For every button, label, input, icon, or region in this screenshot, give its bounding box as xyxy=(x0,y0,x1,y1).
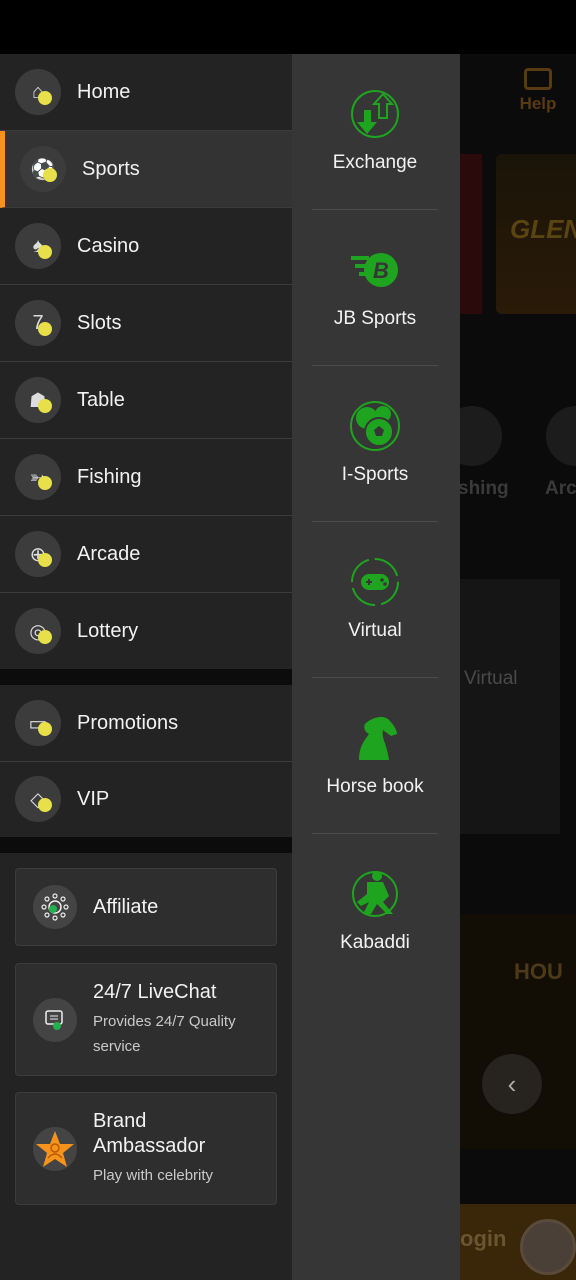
divider xyxy=(0,837,292,853)
help-label: Help xyxy=(519,94,557,113)
arcade-label: Arc xyxy=(545,478,576,499)
cards-icon: ♠ xyxy=(15,223,61,269)
submenu-item-label: Horse book xyxy=(326,776,424,797)
menu-item-home[interactable]: ⌂ Home xyxy=(0,54,292,131)
virtual-gamepad-icon xyxy=(349,556,401,608)
star-person-icon xyxy=(33,1126,77,1171)
login-label: ogin xyxy=(460,1226,507,1251)
menu-item-label: Slots xyxy=(77,311,122,334)
gamepad-icon: ⊕ xyxy=(15,531,61,577)
card-title: Brand Ambassador xyxy=(93,1110,206,1157)
icon-accent-dot xyxy=(38,722,52,736)
chevron-left-icon: ‹ xyxy=(482,1054,542,1114)
menu-item-label: Casino xyxy=(77,234,140,257)
menu-item-label: Home xyxy=(77,80,131,103)
promo-banner xyxy=(460,914,576,1149)
icon-accent-dot xyxy=(43,168,57,182)
status-bar xyxy=(0,0,576,54)
lottery-balls-icon: ◎ xyxy=(15,608,61,654)
submenu-item-horse-book[interactable]: Horse book xyxy=(312,678,438,834)
kabaddi-players-icon xyxy=(349,868,401,920)
menu-item-label: Fishing xyxy=(77,465,142,488)
icon-accent-dot xyxy=(38,91,52,105)
banner-text: GLEN xyxy=(510,214,576,244)
fishing-category-icon xyxy=(460,406,502,466)
banner-image xyxy=(460,154,482,314)
submenu-item-label: Virtual xyxy=(348,620,402,641)
help-button: Help xyxy=(516,68,560,114)
ticket-icon: ▭ xyxy=(15,700,61,746)
submenu-item-label: Exchange xyxy=(332,152,418,173)
diamond-icon: ◇ xyxy=(15,776,61,822)
menu-item-fishing[interactable]: ➳ Fishing xyxy=(0,439,292,516)
fish-icon: ➳ xyxy=(15,454,61,500)
submenu-item-exchange[interactable]: Exchange xyxy=(312,54,438,210)
card-affiliate[interactable]: Affiliate xyxy=(15,868,277,946)
menu-item-label: VIP xyxy=(77,787,110,810)
sports-ball-icon: ⚽ xyxy=(20,146,66,192)
card-subtitle: Provides 24/7 Quality service xyxy=(93,1013,236,1055)
menu-item-lottery[interactable]: ◎ Lottery xyxy=(0,593,292,670)
submenu-item-label: JB Sports xyxy=(333,308,417,329)
menu-item-label: Lottery xyxy=(77,619,139,642)
icon-accent-dot xyxy=(38,798,52,812)
divider xyxy=(0,669,292,685)
sports-submenu: Exchange B JB Sports I-Sports Virtual Horse b… xyxy=(292,54,460,1280)
menu-item-label: Sports xyxy=(82,157,140,180)
promo-text: HOU xyxy=(514,959,563,984)
menu-item-sports[interactable]: ⚽ Sports xyxy=(0,131,292,208)
submenu-item-virtual[interactable]: Virtual xyxy=(312,522,438,678)
menu-item-casino[interactable]: ♠ Casino xyxy=(0,208,292,285)
horse-head-icon xyxy=(349,712,401,764)
menu-item-slots[interactable]: 7 Slots xyxy=(0,285,292,362)
menu-item-label: Arcade xyxy=(77,542,141,565)
arcade-category-icon xyxy=(546,406,576,466)
card-title: Affiliate xyxy=(93,895,159,918)
submenu-item-i-sports[interactable]: I-Sports xyxy=(312,366,438,522)
menu-item-promotions[interactable]: ▭ Promotions xyxy=(0,685,292,762)
icon-accent-dot xyxy=(38,245,52,259)
card-24-7-livechat[interactable]: 24/7 LiveChat Provides 24/7 Quality servi… xyxy=(15,963,277,1076)
submenu-item-kabaddi[interactable]: Kabaddi xyxy=(312,834,438,990)
icon-accent-dot xyxy=(38,553,52,567)
chat-help-icon xyxy=(524,68,552,90)
home-icon: ⌂ xyxy=(15,69,61,115)
exchange-arrows-icon xyxy=(349,88,401,140)
dimmed-page-background: Help GLEN shing Arc Virtual HOU ‹ ogin xyxy=(460,54,576,1280)
card-title: 24/7 LiveChat xyxy=(93,981,217,1003)
menu-item-label: Promotions xyxy=(77,711,179,734)
virtual-label: Virtual xyxy=(464,668,518,689)
multi-ball-icon xyxy=(349,400,401,452)
icon-accent-dot xyxy=(38,476,52,490)
side-menu: ⌂ Home ⚽ Sports ♠ Casino 7 Slots ☗ Table ➳ Fishing ⊕… xyxy=(0,54,292,1280)
icon-accent-dot xyxy=(38,630,52,644)
menu-item-table[interactable]: ☗ Table xyxy=(0,362,292,439)
icon-accent-dot xyxy=(38,322,52,336)
card-brand-ambassador[interactable]: Brand Ambassador Play with celebrity xyxy=(15,1092,277,1205)
icon-accent-dot xyxy=(38,399,52,413)
submenu-item-label: I-Sports xyxy=(341,464,409,485)
slots-777-icon: 7 xyxy=(15,300,61,346)
jb-sports-logo-icon: B xyxy=(349,244,401,296)
affiliate-network-icon xyxy=(33,885,77,929)
submenu-item-label: Kabaddi xyxy=(340,932,410,953)
card-subtitle: Play with celebrity xyxy=(93,1167,214,1184)
menu-item-vip[interactable]: ◇ VIP xyxy=(0,761,292,838)
svg-text:B: B xyxy=(373,258,389,283)
table-game-icon: ☗ xyxy=(15,377,61,423)
virtual-card xyxy=(460,579,560,834)
menu-item-label: Table xyxy=(77,388,125,411)
home-float-icon xyxy=(520,1219,576,1275)
fishing-label: shing xyxy=(460,478,509,499)
menu-item-arcade[interactable]: ⊕ Arcade xyxy=(0,516,292,593)
submenu-item-jb-sports[interactable]: B JB Sports xyxy=(312,210,438,366)
chat-icon xyxy=(33,997,77,1042)
